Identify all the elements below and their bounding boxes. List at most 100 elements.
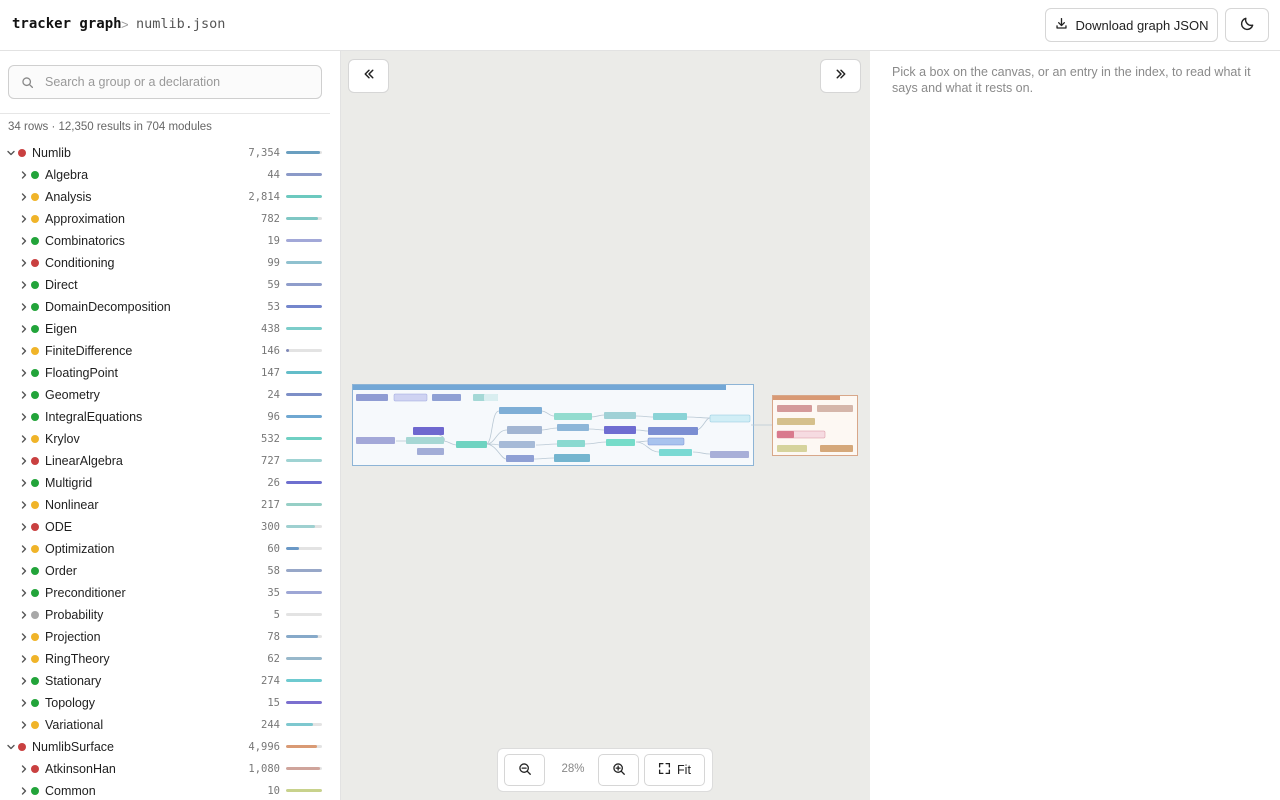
chevron-right-icon[interactable] [19,390,29,400]
tree-row-count: 782 [261,213,280,225]
chevron-right-icon[interactable] [19,610,29,620]
fit-screen-icon [658,762,671,778]
tree-row[interactable]: RingTheory 62 [0,648,330,670]
tree-row-count: 44 [267,169,280,181]
tree-row[interactable]: Topology 15 [0,692,330,714]
zoom-in-button[interactable] [598,754,639,786]
tree-row[interactable]: Common 10 [0,780,330,800]
detail-panel: Pick a box on the canvas, or an entry in… [870,51,1280,800]
chevron-right-icon[interactable] [19,698,29,708]
chevron-right-icon[interactable] [19,588,29,598]
tree-row[interactable]: Variational 244 [0,714,330,736]
tree-row[interactable]: Preconditioner 35 [0,582,330,604]
download-graph-button[interactable]: Download graph JSON [1045,8,1218,42]
tree-row[interactable]: Approximation 782 [0,208,330,230]
chevron-right-icon[interactable] [19,500,29,510]
fit-button[interactable]: Fit [644,754,705,786]
tree-row[interactable]: Direct 59 [0,274,330,296]
chevron-right-icon[interactable] [19,214,29,224]
tree-row-label: Direct [45,278,78,292]
tree-row-label: Probability [45,608,104,622]
tree-row[interactable]: Optimization 60 [0,538,330,560]
tree-row[interactable]: Analysis 2,814 [0,186,330,208]
chevron-right-icon[interactable] [19,280,29,290]
zoom-out-button[interactable] [504,754,545,786]
tree-row[interactable]: AtkinsonHan 1,080 [0,758,330,780]
chevron-right-icon[interactable] [19,412,29,422]
chevron-right-icon[interactable] [19,170,29,180]
progress-bar [286,173,322,176]
zoom-toolbar: 28% Fit [497,748,713,792]
chevron-right-icon[interactable] [19,368,29,378]
graph-group-numlibsurface[interactable] [772,395,858,456]
theme-toggle-button[interactable] [1225,8,1269,42]
search-input[interactable] [45,66,315,98]
progress-fill [286,415,322,418]
tree-row-count: 59 [267,279,280,291]
chevron-right-icon[interactable] [19,192,29,202]
progress-bar [286,261,322,264]
tree-row-count: 35 [267,587,280,599]
chevron-right-icon[interactable] [19,434,29,444]
tree-row[interactable]: Probability 5 [0,604,330,626]
chevron-right-icon[interactable] [19,632,29,642]
chevron-right-icon[interactable] [19,456,29,466]
tree-row[interactable]: FloatingPoint 147 [0,362,330,384]
tree-row-count: 60 [267,543,280,555]
status-dot [31,611,39,619]
progress-fill [286,591,322,594]
progress-fill [286,679,322,682]
chevron-right-icon[interactable] [19,522,29,532]
graph-drawing [352,384,858,466]
progress-fill [286,525,315,528]
tree-row[interactable]: Combinatorics 19 [0,230,330,252]
tree-row[interactable]: Multigrid 26 [0,472,330,494]
chevron-down-icon[interactable] [6,742,16,752]
progress-fill [286,547,299,550]
tree-row-label: NumlibSurface [32,740,114,754]
chevron-right-icon[interactable] [19,258,29,268]
chevron-right-icon[interactable] [19,478,29,488]
chevron-right-icon[interactable] [19,324,29,334]
chevron-right-icon[interactable] [19,786,29,796]
tree-row[interactable]: Stationary 274 [0,670,330,692]
chevron-right-icon[interactable] [19,764,29,774]
app-title[interactable]: tracker graph [12,16,122,32]
tree-row-label: Multigrid [45,476,93,490]
tree-row[interactable]: Geometry 24 [0,384,330,406]
progress-bar [286,151,322,154]
tree-row[interactable]: ODE 300 [0,516,330,538]
tree-row[interactable]: FiniteDifference 146 [0,340,330,362]
tree-row[interactable]: Nonlinear 217 [0,494,330,516]
chevron-right-icon[interactable] [19,302,29,312]
chevron-right-icon[interactable] [19,676,29,686]
tree-row[interactable]: Algebra 44 [0,164,330,186]
tree-row[interactable]: NumlibSurface 4,996 [0,736,330,758]
chevron-right-icon[interactable] [19,566,29,576]
status-dot [31,347,39,355]
progress-fill [286,767,321,770]
tree-row[interactable]: Conditioning 99 [0,252,330,274]
progress-bar [286,459,322,462]
tree-row-label: IntegralEquations [45,410,143,424]
tree-row-count: 58 [267,565,280,577]
chevron-right-icon[interactable] [19,544,29,554]
tree-row[interactable]: DomainDecomposition 53 [0,296,330,318]
chevron-right-icon[interactable] [19,720,29,730]
tree-row[interactable]: IntegralEquations 96 [0,406,330,428]
tree-row[interactable]: Order 58 [0,560,330,582]
graph-canvas[interactable]: ⋮ ⋮ [341,51,870,800]
tree-row-count: 4,996 [248,741,280,753]
chevron-right-icon[interactable] [19,236,29,246]
tree-row[interactable]: Krylov 532 [0,428,330,450]
tree-row[interactable]: Eigen 438 [0,318,330,340]
results-summary: 34 rows · 12,350 results in 704 modules [8,121,212,133]
chevron-down-icon[interactable] [6,148,16,158]
tree-row-count: 1,080 [248,763,280,775]
tree-row[interactable]: LinearAlgebra 727 [0,450,330,472]
tree-row[interactable]: Numlib 7,354 [0,142,330,164]
chevron-right-icon[interactable] [19,654,29,664]
tree-row[interactable]: Projection 78 [0,626,330,648]
chevron-right-icon[interactable] [19,346,29,356]
status-dot [31,699,39,707]
